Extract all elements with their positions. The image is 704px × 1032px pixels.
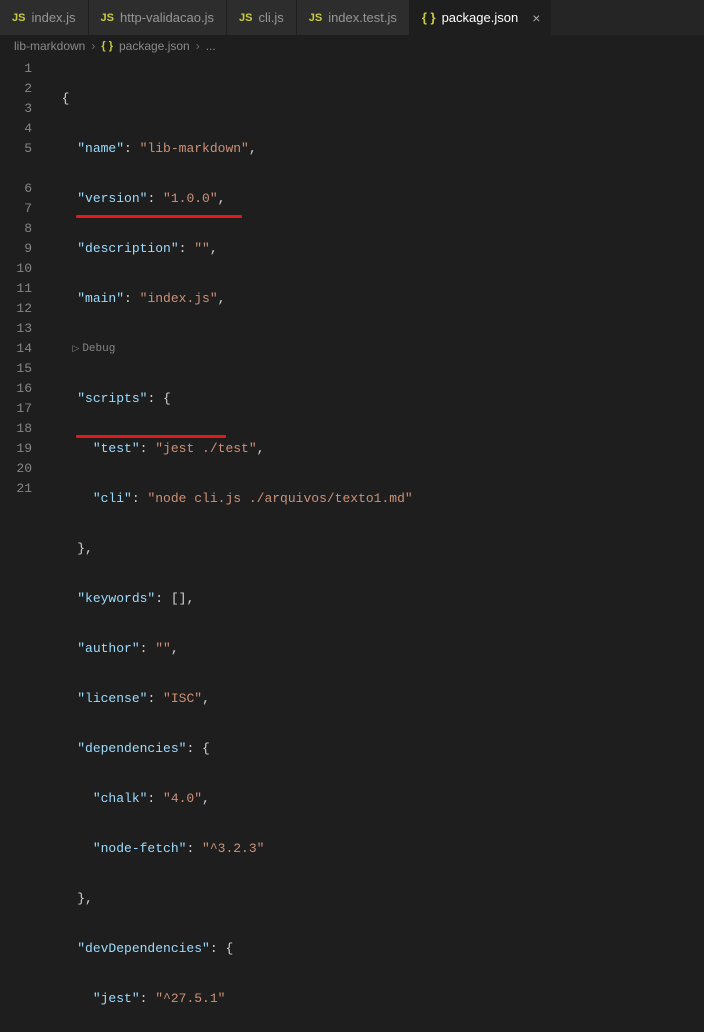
- tab-label: package.json: [442, 10, 519, 25]
- chevron-right-icon: ›: [196, 39, 200, 53]
- line-number: 12: [0, 299, 46, 319]
- breadcrumb[interactable]: lib-markdown › { } package.json › ...: [0, 35, 704, 57]
- line-number: 20: [0, 459, 46, 479]
- code-area[interactable]: { "name": "lib-markdown", "version": "1.…: [46, 57, 704, 516]
- line-number: 16: [0, 379, 46, 399]
- js-icon: JS: [239, 12, 252, 24]
- tab-index-js[interactable]: JS index.js: [0, 0, 89, 35]
- breadcrumb-folder: lib-markdown: [14, 39, 85, 53]
- code-editor[interactable]: 1 2 3 4 5 6 7 8 9 10 11 12 13 14 15 16 1…: [0, 57, 704, 516]
- gutter-spacer: [0, 159, 46, 179]
- line-number: 6: [0, 179, 46, 199]
- json-icon: { }: [101, 40, 113, 52]
- tab-bar-empty: [551, 0, 704, 35]
- tab-http-validacao-js[interactable]: JS http-validacao.js: [89, 0, 227, 35]
- line-number: 13: [0, 319, 46, 339]
- js-icon: JS: [101, 12, 114, 24]
- tab-label: index.js: [31, 10, 75, 25]
- line-number: 9: [0, 239, 46, 259]
- line-number: 17: [0, 399, 46, 419]
- js-icon: JS: [12, 12, 25, 24]
- breadcrumb-file: package.json: [119, 39, 190, 53]
- line-number: 3: [0, 99, 46, 119]
- close-icon[interactable]: ×: [530, 11, 542, 25]
- line-number: 1: [0, 59, 46, 79]
- line-number: 10: [0, 259, 46, 279]
- line-number: 5: [0, 139, 46, 159]
- line-number: 19: [0, 439, 46, 459]
- tab-bar: JS index.js JS http-validacao.js JS cli.…: [0, 0, 704, 35]
- line-number: 8: [0, 219, 46, 239]
- line-number: 2: [0, 79, 46, 99]
- line-number: 11: [0, 279, 46, 299]
- json-icon: { }: [422, 10, 436, 25]
- line-number: 4: [0, 119, 46, 139]
- tab-label: index.test.js: [328, 10, 397, 25]
- tab-package-json[interactable]: { } package.json ×: [410, 0, 552, 35]
- tab-index-test-js[interactable]: JS index.test.js: [297, 0, 410, 35]
- annotation-underline: [76, 215, 242, 218]
- tab-cli-js[interactable]: JS cli.js: [227, 0, 297, 35]
- line-number: 7: [0, 199, 46, 219]
- play-icon: ▷: [72, 344, 79, 354]
- line-number: 15: [0, 359, 46, 379]
- line-number: 21: [0, 479, 46, 499]
- chevron-right-icon: ›: [91, 39, 95, 53]
- js-icon: JS: [309, 12, 322, 24]
- tab-label: cli.js: [258, 10, 283, 25]
- line-gutter: 1 2 3 4 5 6 7 8 9 10 11 12 13 14 15 16 1…: [0, 57, 46, 516]
- tab-label: http-validacao.js: [120, 10, 214, 25]
- line-number: 14: [0, 339, 46, 359]
- line-number: 18: [0, 419, 46, 439]
- codelens-debug[interactable]: ▷Debug: [46, 339, 704, 359]
- breadcrumb-ellipsis: ...: [206, 39, 216, 53]
- annotation-underline: [76, 435, 226, 438]
